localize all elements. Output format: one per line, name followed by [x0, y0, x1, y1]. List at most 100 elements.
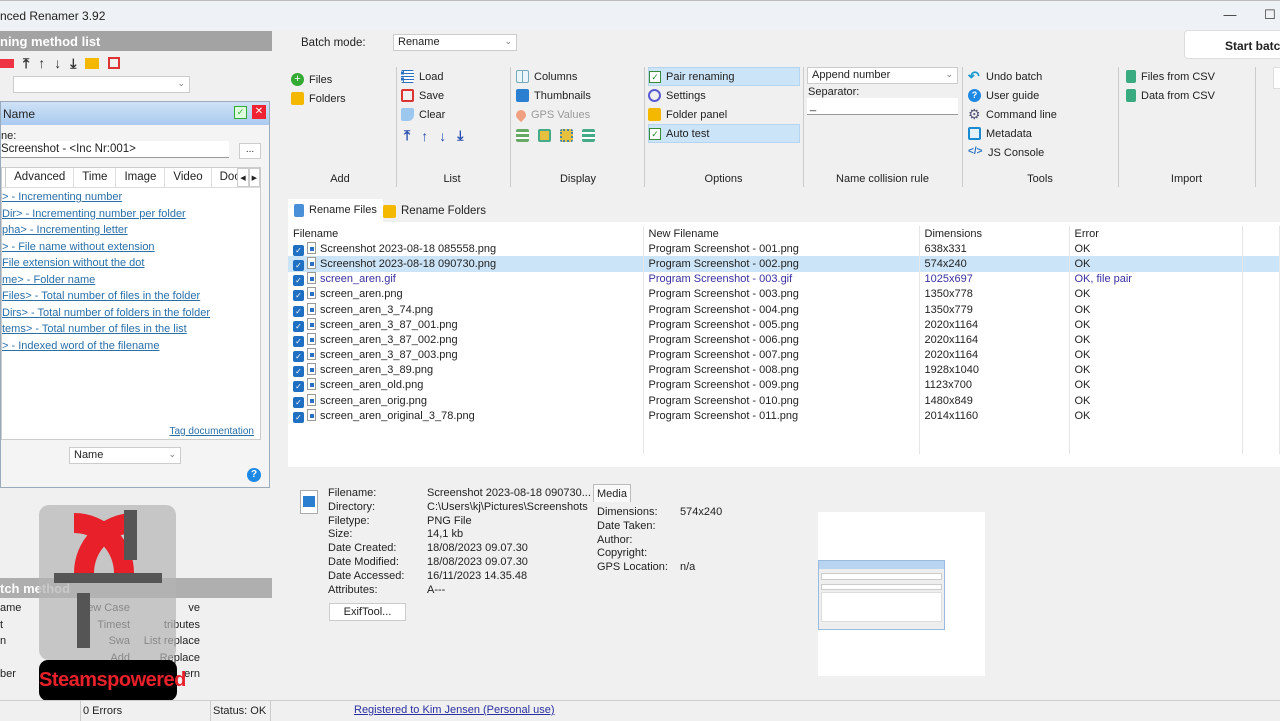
remove-icon[interactable]: [0, 59, 14, 68]
table-row[interactable]: ✓ screen_aren_original_3_78.png Program Sc…: [288, 408, 1280, 424]
table-row[interactable]: ✓ screen_aren_3_74.png Program Screenshot …: [288, 301, 1280, 318]
tag-link[interactable]: me> - Folder name: [2, 274, 260, 291]
add-folders-button[interactable]: Folders: [291, 89, 346, 108]
row-checkbox[interactable]: ✓: [293, 290, 304, 302]
user-guide-button[interactable]: ? User guide: [968, 86, 1057, 105]
view-small-icons-icon[interactable]: [560, 129, 573, 142]
cell-filename: ✓ screen_aren_3_87_003.png: [288, 347, 644, 363]
table-row[interactable]: ✓ screen_aren_3_87_001.png Program Screens…: [288, 317, 1280, 333]
view-list-icon[interactable]: [582, 129, 595, 142]
js-console-button[interactable]: </> JS Console: [968, 143, 1057, 162]
move-bottom-icon[interactable]: ⤓: [457, 127, 463, 144]
undo-batch-button[interactable]: ↶ Undo batch: [968, 67, 1057, 86]
table-row[interactable]: ✓ screen_aren_3_89.png Program Screenshot …: [288, 362, 1280, 378]
row-checkbox[interactable]: ✓: [293, 411, 304, 423]
folder-icon[interactable]: [85, 58, 100, 69]
row-checkbox[interactable]: ✓: [293, 320, 304, 332]
move-down-icon[interactable]: ↓: [54, 55, 61, 72]
files-from-csv-button[interactable]: Files from CSV: [1126, 67, 1215, 86]
batch-mode-dropdown[interactable]: Rename ⌄: [393, 34, 517, 51]
column-filename[interactable]: Filename: [288, 226, 644, 242]
metadata-button[interactable]: Metadata: [968, 124, 1057, 143]
tag-link[interactable]: Dir> - Incrementing number per folder: [2, 208, 260, 225]
tab-rename-files[interactable]: Rename Files: [288, 199, 383, 222]
column-error[interactable]: Error: [1069, 226, 1243, 242]
move-down-icon[interactable]: ↓: [439, 128, 446, 144]
data-from-csv-button[interactable]: Data from CSV: [1126, 86, 1215, 105]
extra-button[interactable]: [1273, 67, 1280, 89]
tab-document[interactable]: Docu: [212, 168, 238, 187]
column-new-filename[interactable]: New Filename: [643, 226, 920, 242]
exiftool-button[interactable]: ExifTool...: [329, 603, 406, 621]
save-icon[interactable]: [108, 57, 121, 69]
new-name-input[interactable]: Screenshot - <Inc Nr:001>: [1, 141, 229, 158]
tag-link[interactable]: > - Indexed word of the filename: [2, 340, 260, 357]
tab-time[interactable]: Time: [74, 168, 117, 187]
move-top-icon[interactable]: ⤒: [404, 127, 410, 144]
minimize-button[interactable]: —: [1220, 7, 1240, 22]
move-bottom-icon[interactable]: ⤓: [70, 55, 76, 72]
separator-input[interactable]: _: [807, 98, 958, 115]
tab-scroll-right[interactable]: ▶: [248, 168, 260, 187]
auto-test-toggle[interactable]: ✓ Auto test: [648, 124, 800, 143]
tag-link[interactable]: Files> - Total number of files in the fo…: [2, 290, 260, 307]
folder-panel-button[interactable]: Folder panel: [648, 105, 800, 124]
preset-dropdown[interactable]: ⌄: [13, 76, 190, 93]
move-top-icon[interactable]: ⤒: [23, 55, 29, 72]
column-dimensions[interactable]: Dimensions: [919, 226, 1070, 242]
maximize-button[interactable]: ☐: [1260, 7, 1280, 23]
command-line-button[interactable]: ⚙ Command line: [968, 105, 1057, 124]
tag-browse-button[interactable]: ...: [239, 143, 261, 159]
tag-link[interactable]: File extension without the dot: [2, 257, 260, 274]
gps-values-button[interactable]: GPS Values: [513, 105, 595, 124]
table-row[interactable]: ✓ screen_aren.gif Program Screenshot - 003…: [288, 271, 1280, 287]
collision-rule-dropdown[interactable]: Append number ⌄: [807, 67, 958, 84]
tag-link[interactable]: Dirs> - Total number of folders in the f…: [2, 307, 260, 324]
move-up-icon[interactable]: ↑: [421, 128, 428, 144]
pair-renaming-toggle[interactable]: ✓ Pair renaming: [648, 67, 800, 86]
tab-scroll-left[interactable]: ◀: [237, 168, 249, 187]
row-checkbox[interactable]: ✓: [293, 275, 304, 287]
clear-button[interactable]: Clear: [401, 105, 463, 124]
view-large-icons-icon[interactable]: [538, 129, 551, 142]
tab-media[interactable]: Media: [593, 484, 631, 502]
move-up-icon[interactable]: ↑: [38, 55, 45, 72]
row-checkbox[interactable]: ✓: [293, 396, 304, 408]
table-row[interactable]: ✓ screen_aren_old.png Program Screenshot -…: [288, 377, 1280, 394]
row-checkbox[interactable]: ✓: [293, 366, 304, 378]
row-checkbox[interactable]: ✓: [293, 351, 304, 363]
tag-link[interactable]: pha> - Incrementing letter: [2, 224, 260, 241]
tag-documentation-link[interactable]: Tag documentation: [169, 426, 254, 443]
row-checkbox[interactable]: ✓: [293, 305, 304, 317]
tag-link[interactable]: > - Incrementing number: [2, 191, 260, 208]
view-details-icon[interactable]: [516, 129, 529, 142]
thumbnails-button[interactable]: Thumbnails: [516, 86, 595, 105]
tab-advanced[interactable]: Advanced: [6, 168, 75, 187]
tag-link[interactable]: tems> - Total number of files in the lis…: [2, 323, 260, 340]
table-row[interactable]: ✓ screen_aren_3_87_002.png Program Screens…: [288, 332, 1280, 348]
save-button[interactable]: Save: [401, 86, 463, 105]
help-icon[interactable]: ?: [247, 468, 261, 482]
tab-image[interactable]: Image: [116, 168, 166, 187]
table-row[interactable]: ✓ screen_aren.png Program Screenshot - 003…: [288, 286, 1280, 302]
tag-link[interactable]: > - File name without extension: [2, 241, 260, 258]
table-row[interactable]: ✓ screen_aren_orig.png Program Screenshot …: [288, 393, 1280, 409]
apply-to-dropdown[interactable]: Name ⌄: [69, 447, 181, 464]
settings-button[interactable]: Settings: [648, 86, 800, 105]
row-checkbox[interactable]: ✓: [293, 381, 304, 393]
tab-rename-folders[interactable]: Rename Folders: [380, 201, 490, 222]
add-files-button[interactable]: + Files: [291, 70, 346, 89]
row-checkbox[interactable]: ✓: [293, 259, 304, 271]
table-row[interactable]: ✓ screen_aren_3_87_003.png Program Screens…: [288, 347, 1280, 363]
columns-button[interactable]: Columns: [516, 67, 595, 86]
registration-link[interactable]: Registered to Kim Jensen (Personal use): [354, 704, 555, 721]
enable-check-icon[interactable]: ✓: [234, 106, 247, 119]
table-row[interactable]: ✓ Screenshot 2023-08-18 090730.png Program…: [288, 256, 1280, 272]
load-button[interactable]: Load: [401, 67, 463, 86]
start-batch-button[interactable]: Start batch: [1184, 30, 1280, 59]
table-row[interactable]: ✓ Screenshot 2023-08-18 085558.png Program…: [288, 241, 1280, 257]
close-icon[interactable]: ✕: [252, 105, 266, 119]
row-checkbox[interactable]: ✓: [293, 244, 304, 256]
row-checkbox[interactable]: ✓: [293, 335, 304, 347]
tab-video[interactable]: Video: [165, 168, 212, 187]
